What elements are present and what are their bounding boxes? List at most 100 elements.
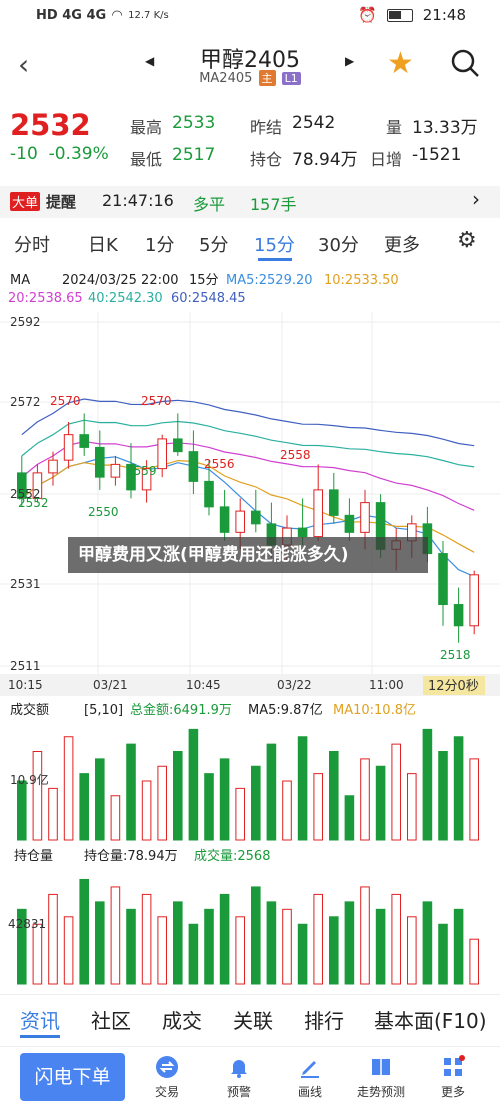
nav-news[interactable]: 资讯: [20, 1005, 60, 1034]
volume-bar: [329, 751, 339, 841]
oi-bar: [95, 901, 105, 985]
ticker-time: 21:47:16: [102, 191, 174, 210]
candle-body: [344, 514, 355, 533]
oi-bar: [329, 916, 339, 985]
oi-bar: [438, 923, 448, 985]
pen-icon: [301, 1061, 319, 1078]
oi-bar: [422, 901, 433, 985]
network-status: HD 4G 4G: [36, 8, 107, 23]
nav-deals[interactable]: 成交: [162, 1005, 202, 1034]
nav-community[interactable]: 社区: [91, 1005, 131, 1034]
clock: 21:48: [422, 6, 466, 24]
tab-5min[interactable]: 5分: [199, 231, 228, 257]
ma40-value: 40:2542.30: [88, 291, 163, 306]
y-tick: 2592: [10, 315, 41, 329]
quote-panel: 2532 -10 -0.39% 最高 2533 最低 2517 昨结 2542 …: [0, 104, 500, 182]
draw-button[interactable]: 画线: [275, 1055, 345, 1100]
vol-param: [5,10]: [84, 703, 123, 718]
tab-1min[interactable]: 1分: [145, 231, 174, 257]
volume-bar: [266, 743, 277, 841]
big-order-badge: 大单: [10, 192, 41, 211]
forecast-button[interactable]: 走势预测: [346, 1055, 416, 1100]
star-icon[interactable]: ★: [387, 46, 414, 81]
oi-bar: [297, 923, 308, 985]
volume-bar: [251, 765, 261, 841]
oi-bar: [126, 908, 136, 985]
vol-indicator-selector[interactable]: 成交额: [10, 702, 49, 718]
oi-bar: [204, 908, 214, 985]
oi-bar: [79, 878, 89, 985]
trade-icon: [156, 1056, 178, 1078]
oi-hold: 持仓量:78.94万: [84, 849, 178, 864]
volume-bar: [422, 728, 433, 841]
alert-button[interactable]: 预警: [204, 1055, 274, 1100]
volume-bar: [219, 758, 230, 841]
nav-ranking[interactable]: 排行: [304, 1005, 344, 1034]
oi-bar: [63, 916, 74, 985]
candle-body: [329, 489, 339, 516]
tab-30min[interactable]: 30分: [318, 231, 359, 257]
status-bar: HD 4G 4G ◠ 12.7 K/s ⏰ 21:48: [0, 0, 500, 34]
next-contract-icon[interactable]: ▶: [345, 54, 354, 68]
flash-order-button[interactable]: 闪电下单: [20, 1053, 125, 1101]
hold-value: 78.94万: [292, 150, 358, 170]
tab-more[interactable]: 更多: [384, 231, 420, 257]
tab-timeshare[interactable]: 分时: [14, 231, 50, 257]
vol-value: 13.33万: [412, 118, 478, 138]
bell-icon: [231, 1060, 247, 1078]
ticker-size: 157手: [250, 195, 297, 214]
hold-label: 持仓: [250, 150, 283, 169]
big-order-ticker[interactable]: 大单 提醒 21:47:16 多平 157手 ›: [0, 186, 500, 218]
nav-f10[interactable]: 基本面(F10): [374, 1005, 487, 1034]
more-button[interactable]: 更多: [418, 1055, 488, 1100]
volume-bar: [95, 758, 105, 841]
x-tick: 03/22: [277, 678, 312, 692]
change-pct: -0.39%: [48, 144, 109, 164]
gear-icon[interactable]: ⚙: [457, 228, 477, 253]
oi-bar: [110, 886, 121, 985]
chevron-right-icon: ›: [472, 187, 480, 211]
contract-code: MA2405: [199, 71, 253, 86]
countdown-text: 12分0秒: [428, 679, 479, 694]
volume-bar: [204, 773, 214, 841]
trade-button[interactable]: 交易: [132, 1055, 202, 1100]
article-overlay-title[interactable]: 甲醇费用又涨(甲醇费用还能涨多久): [68, 537, 428, 573]
daily-value: -1521: [412, 145, 462, 165]
wifi-icon: ◠: [112, 8, 123, 23]
ma20-line: [21, 440, 475, 511]
volume-bar: [188, 728, 199, 841]
tab-15min[interactable]: 15分: [254, 231, 295, 257]
vol-total: 总金额:6491.9万: [130, 702, 232, 718]
l1-badge: L1: [281, 72, 301, 85]
volume-bar: [469, 758, 479, 841]
volume-bar: [375, 765, 386, 841]
search-icon[interactable]: [450, 48, 480, 82]
prev-value: 2542: [292, 113, 336, 133]
volume-bar: [32, 751, 43, 841]
alarm-icon: ⏰: [358, 6, 377, 24]
kline-chart[interactable]: MA 2024/03/25 22:00 15分 MA5:2529.20 10:2…: [0, 262, 500, 992]
volume-bar: [48, 787, 58, 841]
vol-axis-label: 10.9亿: [10, 772, 49, 787]
x-tick: 11:00: [369, 678, 404, 692]
oi-bar: [469, 938, 479, 985]
nav-related[interactable]: 关联: [233, 1005, 273, 1034]
bottom-toolbar: 闪电下单 交易 预警 画线 走势预测 更多: [0, 1046, 500, 1111]
ma-selector[interactable]: MA: [10, 273, 30, 288]
volume-bar: [17, 780, 27, 841]
oi-bar: [360, 886, 370, 985]
big-order-label: 提醒: [46, 193, 77, 211]
y-tick: 2572: [10, 395, 41, 409]
candle-body: [251, 510, 261, 525]
volume-bar: [173, 751, 183, 841]
volume-bar: [141, 780, 152, 841]
volume-bar: [360, 758, 370, 841]
oi-bar: [375, 908, 386, 985]
candle-body: [313, 489, 323, 538]
oi-indicator-selector[interactable]: 持仓量: [14, 849, 53, 864]
y-tick: 2531: [10, 577, 41, 591]
low-annotation: 2518: [440, 648, 471, 662]
high-label: 最高: [130, 118, 163, 137]
high-annotation: 2570: [50, 394, 81, 408]
tab-daily[interactable]: 日K: [88, 231, 118, 257]
